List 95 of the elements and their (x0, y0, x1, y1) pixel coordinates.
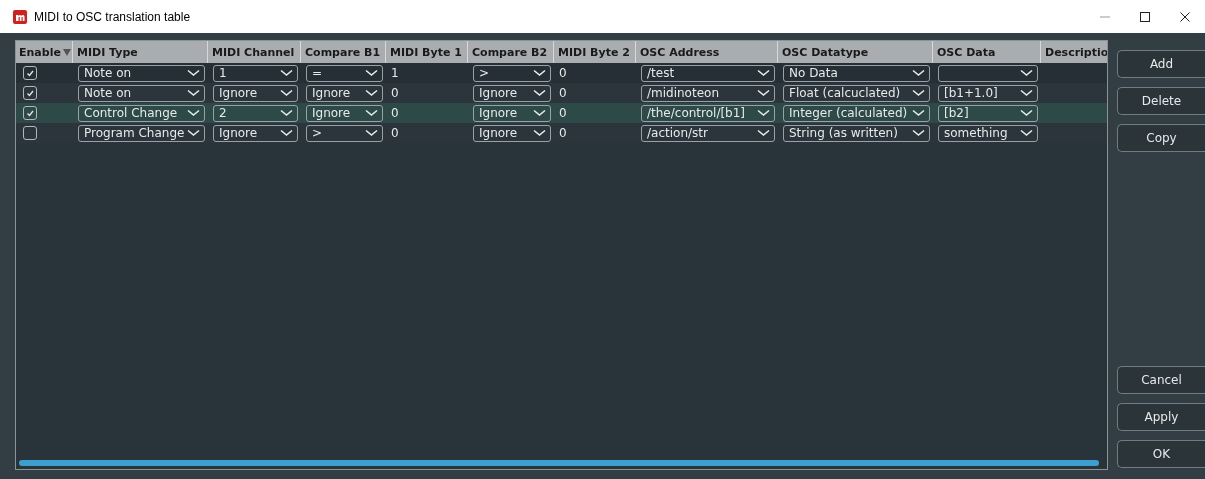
dropdown[interactable]: String (as written) (783, 124, 930, 142)
dropdown[interactable]: Integer (calculated) (783, 104, 930, 122)
chevron-icon (912, 89, 925, 97)
table-cell: 0 (559, 126, 567, 140)
dropdown[interactable]: something (938, 124, 1038, 142)
dropdown[interactable]: [b1+1.0] (938, 84, 1038, 102)
chevron-icon (1020, 89, 1033, 97)
column-header[interactable]: OSC Address (640, 45, 720, 59)
chevron-icon (757, 109, 770, 117)
chevron-icon (912, 69, 925, 77)
dropdown[interactable]: /test (641, 64, 775, 82)
window-title: MIDI to OSC translation table (34, 9, 191, 24)
table-row[interactable]: Note on 1 = 1 > 0 /test No Data (16, 63, 1107, 83)
dropdown[interactable]: 1 (213, 64, 298, 82)
chevron-icon (280, 109, 293, 117)
dropdown[interactable]: > (306, 124, 383, 142)
table-cell: 0 (559, 86, 567, 100)
column-header[interactable]: MIDI Byte 1 (390, 45, 462, 59)
dropdown[interactable]: Ignore (213, 124, 298, 142)
table-cell: 0 (391, 106, 399, 120)
dropdown[interactable]: Note on (78, 64, 205, 82)
dropdown[interactable]: /midinoteon (641, 84, 775, 102)
chevron-icon (533, 69, 546, 77)
dropdown[interactable]: Ignore (473, 124, 551, 142)
scrollbar[interactable] (19, 460, 1099, 466)
chevron-icon (533, 109, 546, 117)
chevron-icon (187, 109, 200, 117)
checkbox[interactable] (23, 66, 37, 80)
dropdown[interactable]: Control Change (78, 104, 205, 122)
chevron-icon (365, 89, 378, 97)
column-header[interactable]: MIDI Type (77, 45, 138, 59)
column-header[interactable]: Enable (19, 45, 61, 59)
chevron-icon (1020, 69, 1033, 77)
dropdown[interactable]: 2 (213, 104, 298, 122)
dropdown[interactable]: /the/control/[b1] (641, 104, 775, 122)
dropdown[interactable]: Ignore (473, 84, 551, 102)
chevron-icon (187, 129, 200, 137)
table-cell: 1 (391, 66, 399, 80)
dropdown[interactable]: No Data (783, 64, 930, 82)
checkmark-icon (26, 69, 34, 77)
maximize-icon[interactable] (1140, 11, 1150, 22)
table-row[interactable]: Control Change 2 Ignore 0 Ignore 0 /the/control/[b1] Integer (calculated) [b2] (16, 103, 1107, 123)
dropdown[interactable]: Ignore (473, 104, 551, 122)
chevron-icon (365, 109, 378, 117)
action-button[interactable]: Add (1117, 50, 1205, 78)
column-header[interactable]: Compare B1 (305, 45, 381, 59)
table-cell: 0 (391, 86, 399, 100)
table-cell: 0 (391, 126, 399, 140)
column-header[interactable]: MIDI Byte 2 (558, 45, 630, 59)
action-button[interactable]: Delete (1117, 87, 1205, 115)
column-header[interactable]: Descriptio (1045, 45, 1107, 59)
checkmark-icon (26, 89, 34, 97)
chevron-icon (280, 89, 293, 97)
table-cell: 0 (559, 66, 567, 80)
dropdown[interactable]: Ignore (306, 84, 383, 102)
chevron-icon (365, 129, 378, 137)
dropdown[interactable]: Note on (78, 84, 205, 102)
chevron-icon (365, 69, 378, 77)
dropdown[interactable]: Ignore (306, 104, 383, 122)
dropdown[interactable]: [b2] (938, 104, 1038, 122)
dropdown[interactable]: Float (calcuclated) (783, 84, 930, 102)
checkbox[interactable] (23, 126, 37, 140)
chevron-icon (1020, 129, 1033, 137)
column-header[interactable]: MIDI Channel (212, 45, 295, 59)
app-logo-icon (13, 9, 27, 24)
chevron-icon (912, 109, 925, 117)
action-button[interactable]: Cancel (1117, 366, 1205, 394)
action-button[interactable]: OK (1117, 440, 1205, 468)
dropdown[interactable] (938, 64, 1038, 82)
column-header[interactable]: OSC Datatype (782, 45, 869, 59)
chevron-icon (187, 69, 200, 77)
chevron-icon (280, 69, 293, 77)
dropdown[interactable]: Program Change (78, 124, 205, 142)
dropdown[interactable]: /action/str (641, 124, 775, 142)
chevron-icon (757, 129, 770, 137)
chevron-icon (533, 129, 546, 137)
chevron-icon (757, 69, 770, 77)
action-button[interactable]: Copy (1117, 124, 1205, 152)
checkmark-icon (26, 109, 34, 117)
chevron-icon (912, 129, 925, 137)
dropdown[interactable]: = (306, 64, 383, 82)
column-header[interactable]: Compare B2 (472, 45, 548, 59)
dropdown[interactable]: > (473, 64, 551, 82)
chevron-icon (1020, 109, 1033, 117)
chevron-icon (187, 89, 200, 97)
chevron-icon (533, 89, 546, 97)
close-icon[interactable] (1180, 11, 1190, 22)
chevron-icon (280, 129, 293, 137)
checkbox[interactable] (23, 106, 37, 120)
table-cell: 0 (559, 106, 567, 120)
column-header[interactable]: OSC Data (937, 45, 996, 59)
chevron-icon (757, 89, 770, 97)
dropdown[interactable]: Ignore (213, 84, 298, 102)
action-button[interactable]: Apply (1117, 403, 1205, 431)
checkbox[interactable] (23, 86, 37, 100)
